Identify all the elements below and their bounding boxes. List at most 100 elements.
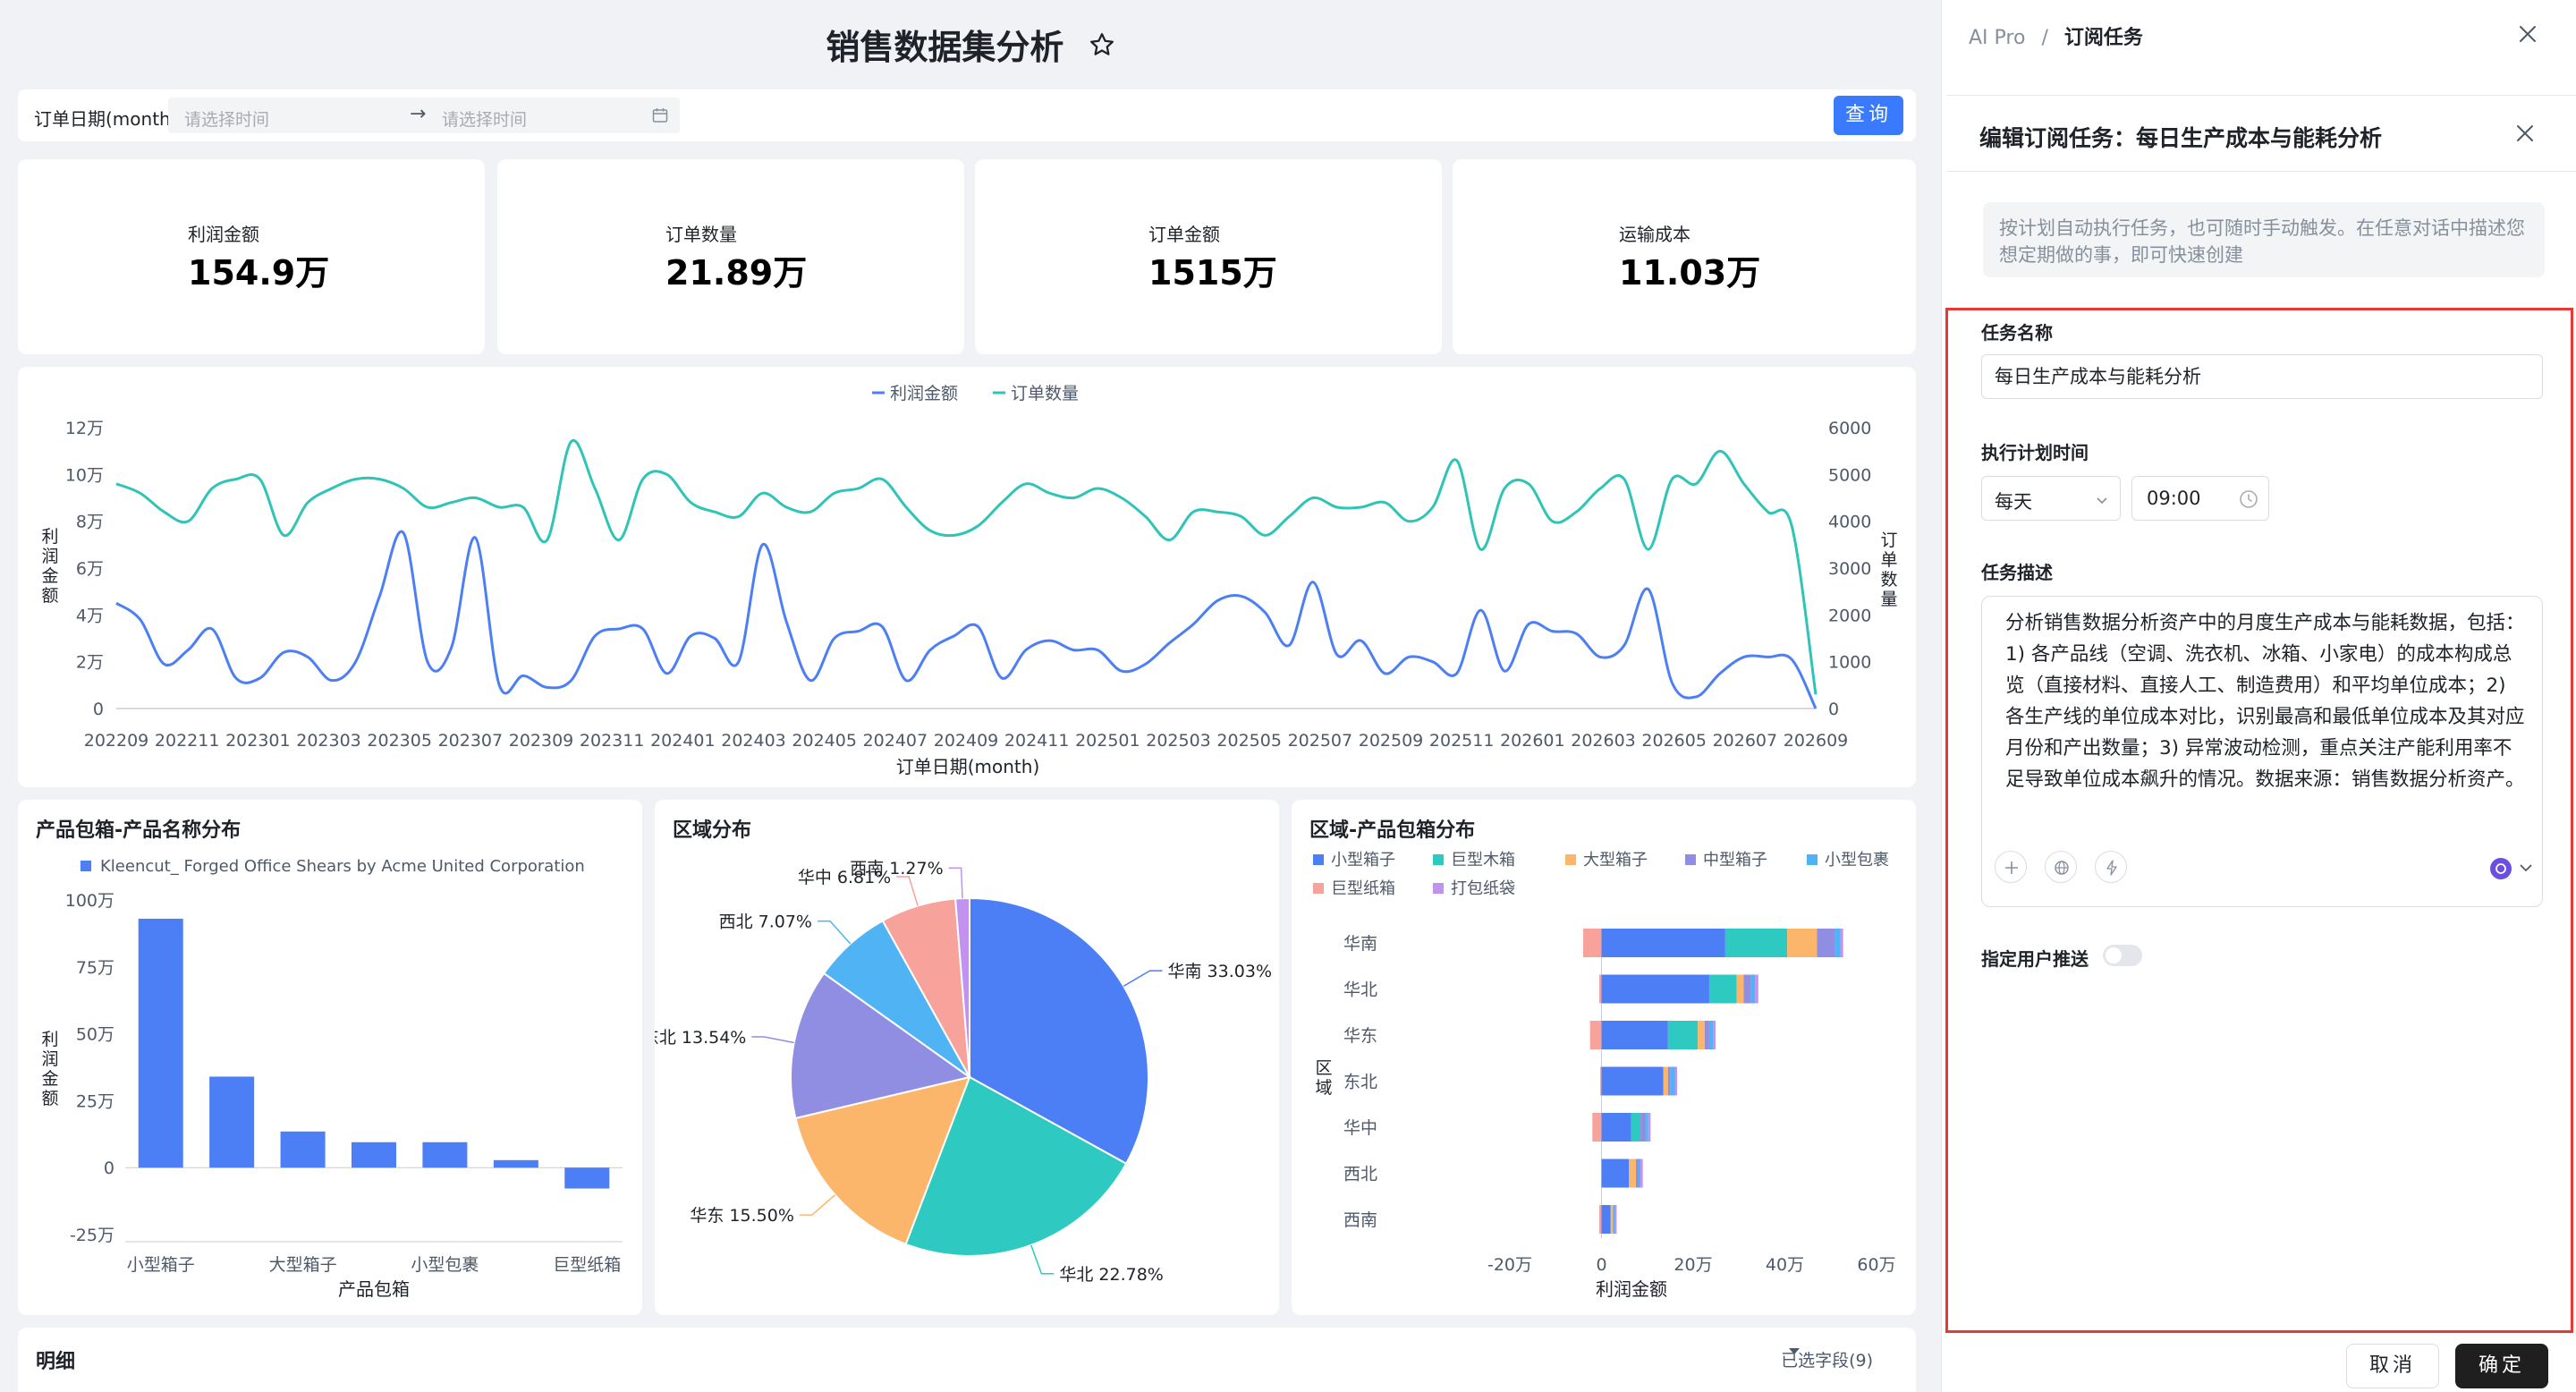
bar-segment-东北-大型箱子 — [1663, 1066, 1668, 1096]
selected-fields-dropdown[interactable]: 已选字段(9) — [1781, 1347, 1873, 1371]
bar-segment-华东-打包纸袋 — [1713, 1021, 1716, 1049]
legend-swatch — [80, 861, 91, 871]
date-filter-label: 订单日期(month) — [34, 108, 178, 130]
task-name-input[interactable]: 每日生产成本与能耗分析 — [1981, 354, 2543, 399]
x-tick-label: 小型包裹 — [411, 1255, 479, 1275]
y-tick-label: 6万 — [76, 559, 104, 579]
y2-tick-label: 1000 — [1828, 653, 1871, 673]
x-tick-label: 202209 — [84, 731, 149, 751]
pie-label-华北: 华北 22.78% — [1059, 1265, 1164, 1285]
bar-segment-西北-中型箱子 — [1635, 1159, 1639, 1188]
time-picker[interactable]: 09:00 — [2131, 476, 2269, 521]
description-label: 任务描述 — [1981, 562, 2053, 583]
pie-leader-华北 — [1030, 1244, 1055, 1275]
x-tick-label: 202601 — [1500, 731, 1565, 751]
y-tick-label: 10万 — [65, 465, 104, 485]
bar-segment-华北-大型箱子 — [1736, 974, 1744, 1004]
bar-segment-西南-小型包裹 — [1613, 1205, 1615, 1234]
x-tick-label: 202511 — [1429, 731, 1495, 751]
breadcrumb-current: 订阅任务 — [2063, 27, 2143, 49]
y-tick-label: 华中 — [1343, 1118, 1377, 1138]
detail-title: 明细 — [36, 1351, 76, 1373]
kpi-card-shipping: 运输成本 11.03万 — [1453, 159, 1916, 354]
model-select[interactable] — [2488, 856, 2538, 881]
pie-leader-西北 — [818, 920, 852, 945]
x-tick-label: 202403 — [721, 731, 786, 751]
bar-segment-华东-大型箱子 — [1698, 1021, 1705, 1049]
skill-button[interactable] — [2095, 851, 2127, 883]
bar-segment-华中-巨型木箱 — [1631, 1113, 1641, 1142]
legend-label: 小型箱子 — [1331, 851, 1395, 870]
bar-大型箱子 — [280, 1131, 326, 1168]
cancel-button[interactable]: 取消 — [2346, 1344, 2439, 1388]
add-tool-button[interactable] — [1995, 851, 2027, 883]
kpi-value: 11.03万 — [1619, 253, 1761, 293]
y-axis-title: 利润金额 — [41, 1030, 58, 1108]
bar-segment-华中-巨型纸箱 — [1592, 1113, 1602, 1142]
y-tick-label: 50万 — [76, 1025, 114, 1045]
end-date-input[interactable]: 请选择时间 — [442, 106, 527, 131]
y-tick-label: 华北 — [1343, 980, 1377, 1000]
query-button[interactable]: 查询 — [1834, 96, 1903, 135]
bar-segment-华南-小型包裹 — [1835, 929, 1840, 957]
page-title: 销售数据集分析 — [826, 28, 1064, 67]
x-axis-title: 订单日期(month) — [896, 756, 1040, 777]
x-tick-label: 202303 — [296, 731, 361, 751]
star-icon[interactable] — [1089, 31, 1115, 58]
y-tick-label: 东北 — [1343, 1073, 1377, 1092]
bar-segment-华东-中型箱子 — [1704, 1021, 1709, 1049]
breadcrumb-root[interactable]: AI Pro — [1969, 27, 2025, 49]
x-tick-label: -20万 — [1487, 1255, 1532, 1275]
panel-footer: 取消 确定 — [1942, 1333, 2576, 1392]
y-tick-label: -25万 — [70, 1226, 114, 1245]
bar-segment-西南-打包纸袋 — [1614, 1205, 1617, 1234]
frequency-select[interactable]: 每天 — [1981, 476, 2121, 521]
description-text[interactable]: 分析销售数据分析资产中的月度生产成本与能耗数据，包括：1) 各产品线（空调、洗衣… — [2005, 607, 2529, 795]
bar-segment-西南-巨型纸箱 — [1598, 1205, 1602, 1234]
legend-label: 打包纸袋 — [1451, 879, 1515, 898]
x-tick-label: 202607 — [1713, 731, 1778, 751]
hint-text: 按计划自动执行任务，也可随时手动触发。在任意对话中描述您想定期做的事，即可快速创… — [1983, 202, 2545, 277]
confirm-button[interactable]: 确定 — [2455, 1344, 2548, 1388]
x-tick-label: 0 — [1596, 1255, 1606, 1275]
y-axis-title: 利润金额 — [41, 527, 58, 606]
legend-label: 大型箱子 — [1583, 851, 1648, 870]
bar-segment-华北-巨型木箱 — [1708, 974, 1737, 1004]
dashboard: 销售数据集分析 订单日期(month) 请选择时间 → 请选择时间 查询 利润金… — [0, 0, 1941, 1392]
calendar-icon[interactable] — [651, 106, 669, 124]
bar-segment-华南-小型箱子 — [1601, 929, 1725, 957]
bar-segment-华中-打包纸袋 — [1648, 1113, 1651, 1142]
bar-segment-华南-巨型纸箱 — [1583, 929, 1602, 957]
x-tick-label: 202411 — [1004, 731, 1070, 751]
bar-segment-华中-中型箱子 — [1640, 1113, 1647, 1142]
detail-table-card: 明细 已选字段(9) — [18, 1328, 1916, 1392]
clock-icon — [2240, 490, 2258, 508]
y2-tick-label: 6000 — [1828, 419, 1871, 438]
start-date-input[interactable]: 请选择时间 — [184, 106, 269, 131]
push-users-toggle[interactable] — [2103, 945, 2142, 966]
x-axis-title: 利润金额 — [1596, 1278, 1667, 1300]
globe-icon — [2055, 861, 2069, 875]
y-tick-label: 4万 — [76, 606, 104, 625]
toggle-knob — [2106, 947, 2122, 963]
pie-leader-华南 — [1123, 970, 1163, 988]
region-package-stacked-chart: 小型箱子 巨型木箱 大型箱子 中型箱子 小型包裹巨型纸箱 打包纸袋区域 华南华北华东东北华中… — [1313, 851, 1896, 1300]
bar-segment-东北-小型包裹 — [1670, 1066, 1675, 1096]
close-panel-icon[interactable] — [2517, 23, 2538, 45]
description-textarea[interactable]: 分析销售数据分析资产中的月度生产成本与能耗数据，包括：1) 各产品线（空调、洗衣… — [1981, 596, 2543, 907]
pie-leader-东北 — [751, 1036, 794, 1044]
x-tick-label: 202407 — [863, 731, 928, 751]
bar-segment-华北-小型包裹 — [1750, 974, 1756, 1004]
close-edit-icon[interactable] — [2514, 123, 2536, 144]
task-name-label: 任务名称 — [1981, 322, 2053, 344]
x-tick-label: 202405 — [792, 731, 857, 751]
time-value: 09:00 — [2147, 488, 2201, 509]
x-tick-label: 202311 — [580, 731, 645, 751]
bar-segment-东北-打包纸袋 — [1674, 1066, 1678, 1096]
y-tick-label: 0 — [104, 1159, 114, 1178]
series-line-利润金额 — [115, 530, 1818, 709]
web-search-button[interactable] — [2045, 851, 2077, 883]
date-range-picker[interactable]: 请选择时间 → 请选择时间 — [168, 98, 680, 133]
x-tick-label: 202401 — [650, 731, 716, 751]
breadcrumb-separator: / — [2041, 27, 2048, 49]
